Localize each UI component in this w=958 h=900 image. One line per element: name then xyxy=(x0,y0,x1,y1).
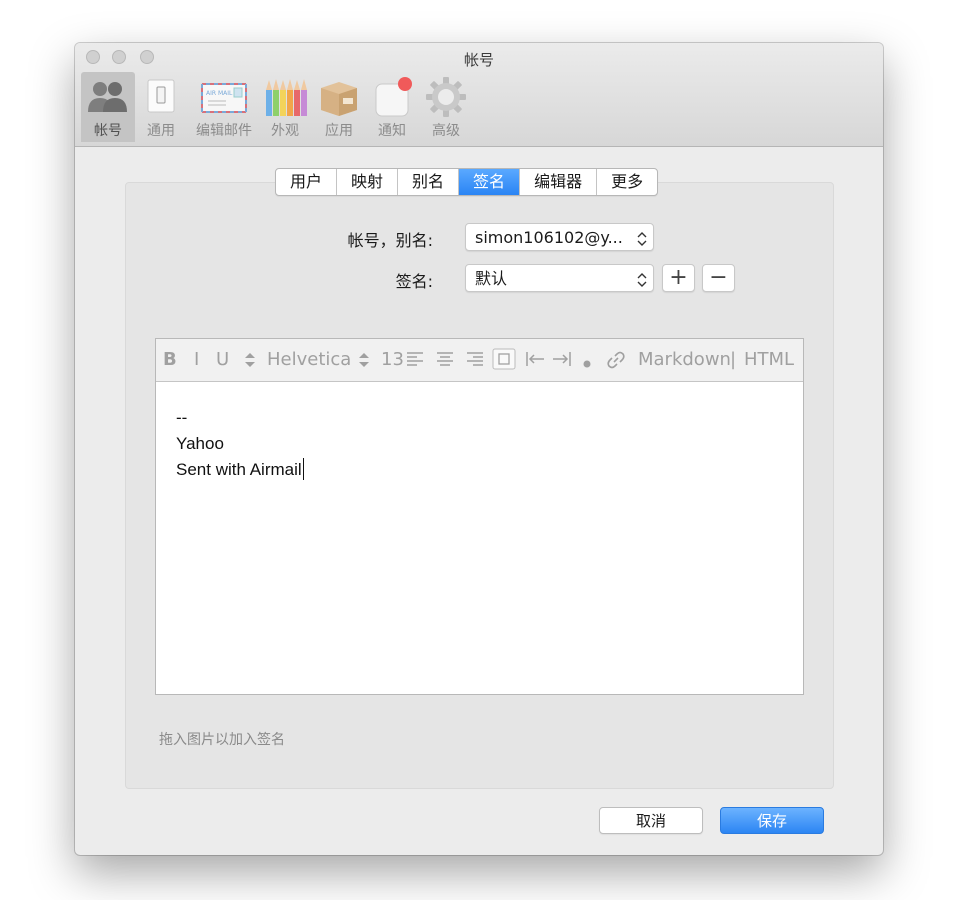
toolbar-item-accounts[interactable]: 帐号 xyxy=(81,72,135,142)
signature-select-value: 默认 xyxy=(475,269,508,288)
signature-line: Yahoo xyxy=(176,434,224,453)
account-alias-value: simon106102@y... xyxy=(475,228,623,247)
save-button[interactable]: 保存 xyxy=(720,807,824,834)
toolbar-item-appearance[interactable]: 外观 xyxy=(260,72,310,142)
cancel-button[interactable]: 取消 xyxy=(599,807,703,834)
align-right-icon[interactable] xyxy=(466,351,484,372)
toolbar-separator: | xyxy=(730,349,737,370)
font-size-select[interactable]: 13 xyxy=(381,350,404,370)
toolbar-item-compose[interactable]: AIR MAIL 编辑邮件 xyxy=(192,72,256,142)
toolbar-label-advanced: 高级 xyxy=(432,123,460,139)
toolbar-item-general[interactable]: 通用 xyxy=(135,72,187,142)
notification-badge-icon xyxy=(370,76,414,118)
gear-icon xyxy=(424,76,468,118)
tab-more[interactable]: 更多 xyxy=(597,169,657,195)
add-signature-button[interactable]: + xyxy=(662,264,695,292)
tab-editor[interactable]: 编辑器 xyxy=(520,169,598,195)
signature-editor: B I U Helvetica 13 Markdown | HTML -- Ya… xyxy=(155,338,804,695)
toolbar-label-notifications: 通知 xyxy=(378,123,406,139)
align-left-icon[interactable] xyxy=(406,351,424,372)
editor-toolbar: B I U Helvetica 13 Markdown | HTML xyxy=(156,339,803,382)
tab-mapping[interactable]: 映射 xyxy=(337,169,399,195)
account-alias-label: 帐号，别名: xyxy=(347,231,433,250)
tab-signature[interactable]: 签名 xyxy=(459,169,521,195)
block-quote-icon[interactable] xyxy=(492,348,516,375)
updown-arrows-icon xyxy=(637,270,647,288)
font-updown-icon[interactable] xyxy=(244,351,256,374)
color-pencils-icon xyxy=(263,76,307,118)
airmail-envelope-icon: AIR MAIL xyxy=(200,76,248,118)
svg-text:AIR MAIL: AIR MAIL xyxy=(206,90,233,97)
tab-bar: 用户 映射 别名 签名 编辑器 更多 xyxy=(275,168,659,196)
updown-arrows-icon xyxy=(637,229,647,247)
signature-line: Sent with Airmail xyxy=(176,460,302,479)
markdown-button[interactable]: Markdown xyxy=(638,350,731,370)
accounts-icon xyxy=(86,76,130,118)
text-caret xyxy=(302,458,304,480)
bullet-list-icon[interactable] xyxy=(582,354,592,374)
font-family-select[interactable]: Helvetica xyxy=(267,350,351,370)
window-title: 帐号 xyxy=(463,51,494,69)
account-alias-select[interactable]: simon106102@y... xyxy=(465,223,654,251)
toolbar-label-accounts: 帐号 xyxy=(94,123,122,139)
link-icon[interactable] xyxy=(606,350,626,375)
title-bar: 帐号 帐号 通用 AIR MAIL 编辑邮件 外观 应用 通知 高级 xyxy=(75,43,883,147)
signature-text-area[interactable]: -- Yahoo Sent with Airmail xyxy=(176,405,304,483)
toolbar-item-advanced[interactable]: 高级 xyxy=(421,72,471,142)
toolbar-label-apps: 应用 xyxy=(325,123,353,139)
signature-select[interactable]: 默认 xyxy=(465,264,654,292)
toolbar-label-appearance: 外观 xyxy=(271,123,299,139)
underline-button[interactable]: U xyxy=(216,350,229,370)
preferences-window: 帐号 帐号 通用 AIR MAIL 编辑邮件 外观 应用 通知 高级 用户 映射… xyxy=(75,43,883,855)
drag-image-hint: 拖入图片以加入签名 xyxy=(159,732,285,748)
toolbar-label-compose: 编辑邮件 xyxy=(196,123,252,139)
italic-button[interactable]: I xyxy=(194,350,199,370)
indent-icon[interactable] xyxy=(552,351,572,372)
tab-users[interactable]: 用户 xyxy=(276,169,338,195)
outdent-icon[interactable] xyxy=(525,351,545,372)
toolbar-label-general: 通用 xyxy=(147,123,175,139)
size-updown-icon[interactable] xyxy=(358,351,370,374)
switch-icon xyxy=(139,76,183,118)
html-button[interactable]: HTML xyxy=(744,350,794,370)
toolbar-item-apps[interactable]: 应用 xyxy=(314,72,364,142)
signature-line: -- xyxy=(176,408,188,427)
toolbar-item-notifications[interactable]: 通知 xyxy=(367,72,417,142)
bold-button[interactable]: B xyxy=(163,350,177,370)
package-box-icon xyxy=(317,76,361,118)
tab-aliases[interactable]: 别名 xyxy=(398,169,460,195)
remove-signature-button[interactable]: − xyxy=(702,264,735,292)
signature-label: 签名: xyxy=(395,272,433,291)
align-center-icon[interactable] xyxy=(436,351,454,372)
